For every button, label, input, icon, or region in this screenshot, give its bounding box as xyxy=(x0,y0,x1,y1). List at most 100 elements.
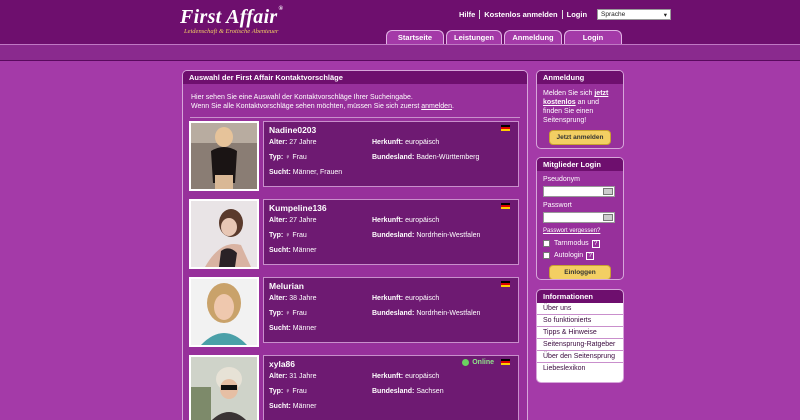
anmeldung-heading: Anmeldung xyxy=(537,71,623,84)
label-bundesland: Bundesland: xyxy=(372,154,415,161)
info-link-how-it-works[interactable]: So funktionierts xyxy=(537,315,623,327)
profile-photo[interactable] xyxy=(189,121,259,191)
label-herkunft: Herkunft: xyxy=(372,295,404,302)
dropdown-arrow-icon: ▾ xyxy=(663,11,668,19)
info-link-tips[interactable]: Tipps & Hinweise xyxy=(537,327,623,339)
info-link-about-affair[interactable]: Über den Seitensprung xyxy=(537,351,623,363)
label-typ: Typ: xyxy=(269,310,284,317)
value-herkunft: europäisch xyxy=(405,217,440,224)
intro-line-2: Wenn Sie alle Kontaktvorschläge sehen mö… xyxy=(191,103,422,110)
keyboard-icon[interactable] xyxy=(603,214,613,221)
value-typ: ♀ Frau xyxy=(285,310,307,317)
value-sucht: Männer xyxy=(292,403,317,410)
info-link-love-lexicon[interactable]: Liebeslexikon xyxy=(537,363,623,374)
profile-card[interactable]: Melurian Alter: 38 Jahre Typ: ♀ Frau Suc… xyxy=(189,277,521,347)
profile-photo[interactable] xyxy=(189,277,259,347)
anmeldung-text-1: Melden Sie sich xyxy=(543,90,595,97)
login-link[interactable]: Login xyxy=(563,10,591,19)
password-input[interactable] xyxy=(543,212,615,223)
profile-photo-image xyxy=(191,279,257,345)
value-alter: 27 Jahre xyxy=(289,217,317,224)
profile-card[interactable]: Kumpeline136 Alter: 27 Jahre Typ: ♀ Frau… xyxy=(189,199,521,269)
main-nav-tabs: Startseite Leistungen Anmeldung Login xyxy=(386,30,624,44)
label-typ: Typ: xyxy=(269,232,284,239)
german-flag-icon xyxy=(501,281,510,287)
label-sucht: Sucht: xyxy=(269,247,291,254)
label-bundesland: Bundesland: xyxy=(372,310,415,317)
tab-login[interactable]: Login xyxy=(564,30,622,44)
autologin-checkbox[interactable] xyxy=(543,252,550,259)
register-inline-link[interactable]: anmelden xyxy=(421,103,452,110)
profile-card[interactable]: xyla86 Online Alter: 31 Jahre Typ: ♀ Fra… xyxy=(189,355,521,420)
value-bundesland: Nordrhein-Westfalen xyxy=(416,232,481,239)
profile-card[interactable]: Nadine0203 Alter: 27 Jahre Typ: ♀ Frau S… xyxy=(189,121,521,191)
logo-subtitle: Leidenschaft & Erotische Abenteuer xyxy=(184,28,279,35)
value-sucht: Männer xyxy=(292,247,317,254)
label-alter: Alter: xyxy=(269,373,288,380)
profile-nickname[interactable]: Melurian xyxy=(269,281,304,291)
site-logo[interactable]: First Affair® Leidenschaft & Erotische A… xyxy=(180,6,283,35)
value-bundesland: Sachsen xyxy=(416,388,444,395)
tarnmodus-checkbox[interactable] xyxy=(543,240,550,247)
profile-photo-image xyxy=(191,357,257,420)
intro-line-1: Hier sehen Sie eine Auswahl der Kontaktv… xyxy=(191,94,413,101)
online-label: Online xyxy=(472,359,494,366)
help-icon[interactable]: ? xyxy=(586,251,595,260)
information-heading: Informationen xyxy=(537,290,623,303)
password-label: Passwort xyxy=(543,202,572,209)
profile-photo-image xyxy=(191,201,257,267)
online-dot-icon xyxy=(462,359,470,366)
information-list: Über uns So funktionierts Tipps & Hinwei… xyxy=(537,303,623,374)
profile-info: Kumpeline136 Alter: 27 Jahre Typ: ♀ Frau… xyxy=(263,199,519,265)
profile-nickname[interactable]: Nadine0203 xyxy=(269,125,316,135)
member-login-box: Mitglieder Login Pseudonym Passwort Pass… xyxy=(536,157,624,280)
german-flag-icon xyxy=(501,125,510,131)
help-icon[interactable]: ? xyxy=(591,239,600,248)
info-link-about[interactable]: Über uns xyxy=(537,303,623,315)
header-strip xyxy=(0,44,800,61)
profile-info: Nadine0203 Alter: 27 Jahre Typ: ♀ Frau S… xyxy=(263,121,519,187)
pseudonym-input[interactable] xyxy=(543,186,615,197)
label-herkunft: Herkunft: xyxy=(372,373,404,380)
label-alter: Alter: xyxy=(269,217,288,224)
label-sucht: Sucht: xyxy=(269,403,291,410)
language-select[interactable]: Sprache ▾ xyxy=(597,9,672,20)
label-herkunft: Herkunft: xyxy=(372,139,404,146)
info-link-guide[interactable]: Seitensprung-Ratgeber xyxy=(537,339,623,351)
autologin-label: Autologin xyxy=(554,252,584,259)
profile-photo[interactable] xyxy=(189,355,259,420)
label-sucht: Sucht: xyxy=(269,325,291,332)
login-button[interactable]: Einloggen xyxy=(549,265,611,279)
profile-nickname[interactable]: Kumpeline136 xyxy=(269,203,327,213)
language-select-value: Sprache xyxy=(601,11,626,18)
tab-anmeldung[interactable]: Anmeldung xyxy=(504,30,562,44)
top-links: Hilfe Kostenlos anmelden Login Sprache ▾ xyxy=(455,9,672,20)
value-bundesland: Baden-Württemberg xyxy=(416,154,480,161)
logo-title: First Affair xyxy=(180,6,278,28)
value-herkunft: europäisch xyxy=(405,295,440,302)
keyboard-icon[interactable] xyxy=(603,188,613,195)
anmeldung-box: Anmeldung Melden Sie sich jetzt kostenlo… xyxy=(536,70,624,149)
help-link[interactable]: Hilfe xyxy=(455,10,479,19)
label-alter: Alter: xyxy=(269,139,288,146)
divider xyxy=(190,117,520,118)
label-bundesland: Bundesland: xyxy=(372,388,415,395)
profile-photo[interactable] xyxy=(189,199,259,269)
german-flag-icon xyxy=(501,359,510,365)
intro-end: . xyxy=(451,103,454,110)
tab-startseite[interactable]: Startseite xyxy=(386,30,444,44)
forgot-password-link[interactable]: Passwort vergessen? xyxy=(543,227,617,236)
value-bundesland: Nordrhein-Westfalen xyxy=(416,310,481,317)
registered-mark: ® xyxy=(278,6,284,12)
register-now-button[interactable]: Jetzt anmelden xyxy=(549,130,611,145)
online-status: Online xyxy=(462,359,494,366)
german-flag-icon xyxy=(501,203,510,209)
register-free-link[interactable]: Kostenlos anmelden xyxy=(480,10,561,19)
intro-text: Hier sehen Sie eine Auswahl der Kontaktv… xyxy=(183,84,527,117)
profile-nickname[interactable]: xyla86 xyxy=(269,359,295,369)
tab-leistungen[interactable]: Leistungen xyxy=(446,30,502,44)
tarnmodus-row: Tarnmodus? xyxy=(543,239,617,248)
value-herkunft: europäisch xyxy=(405,139,440,146)
value-typ: ♀ Frau xyxy=(285,232,307,239)
tarnmodus-label: Tarnmodus xyxy=(554,240,589,247)
